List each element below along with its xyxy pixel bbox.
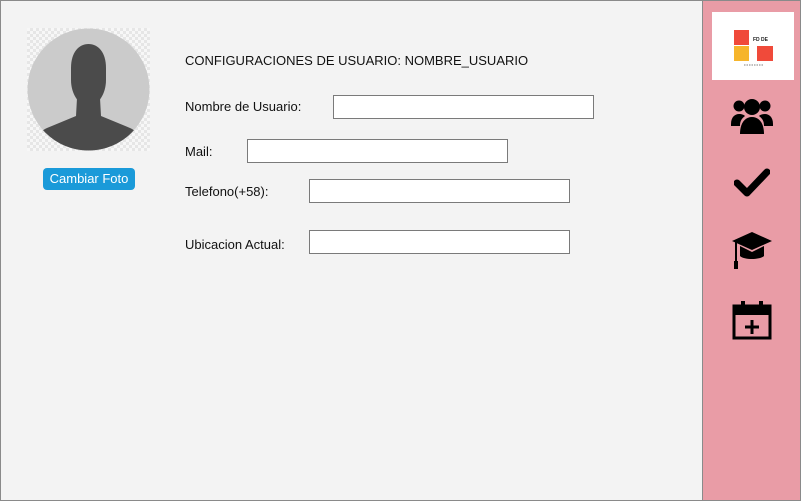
calendar-plus-icon (732, 301, 772, 340)
sidebar-item-education[interactable] (722, 227, 782, 273)
mail-label: Mail: (185, 144, 213, 159)
location-label: Ubicacion Actual: (185, 237, 285, 252)
profile-avatar (27, 28, 150, 151)
change-photo-button[interactable]: Cambiar Foto (43, 168, 135, 190)
page-title: CONFIGURACIONES DE USUARIO: NOMBRE_USUAR… (185, 53, 529, 68)
location-input[interactable] (309, 230, 570, 254)
mail-input[interactable] (247, 139, 508, 163)
logo-icon: FD DE (734, 30, 773, 66)
app-window: Cambiar Foto CONFIGURACIONES DE USUARIO:… (0, 0, 801, 501)
app-logo[interactable]: FD DE (712, 12, 794, 80)
sidebar-item-calendar[interactable] (722, 297, 782, 343)
sidebar-item-users[interactable] (722, 93, 782, 139)
graduation-cap-icon (732, 232, 772, 269)
phone-label: Telefono(+58): (185, 184, 269, 199)
user-settings-panel: Cambiar Foto CONFIGURACIONES DE USUARIO:… (1, 1, 702, 500)
sidebar-item-tasks[interactable] (722, 159, 782, 205)
username-input[interactable] (333, 95, 594, 119)
avatar-placeholder-icon (27, 28, 150, 151)
username-label: Nombre de Usuario: (185, 99, 302, 114)
sidebar: FD DE (702, 1, 800, 500)
checkmark-icon (734, 168, 770, 197)
logo-text: FD DE (753, 37, 769, 43)
users-icon (731, 99, 773, 134)
phone-input[interactable] (309, 179, 570, 203)
